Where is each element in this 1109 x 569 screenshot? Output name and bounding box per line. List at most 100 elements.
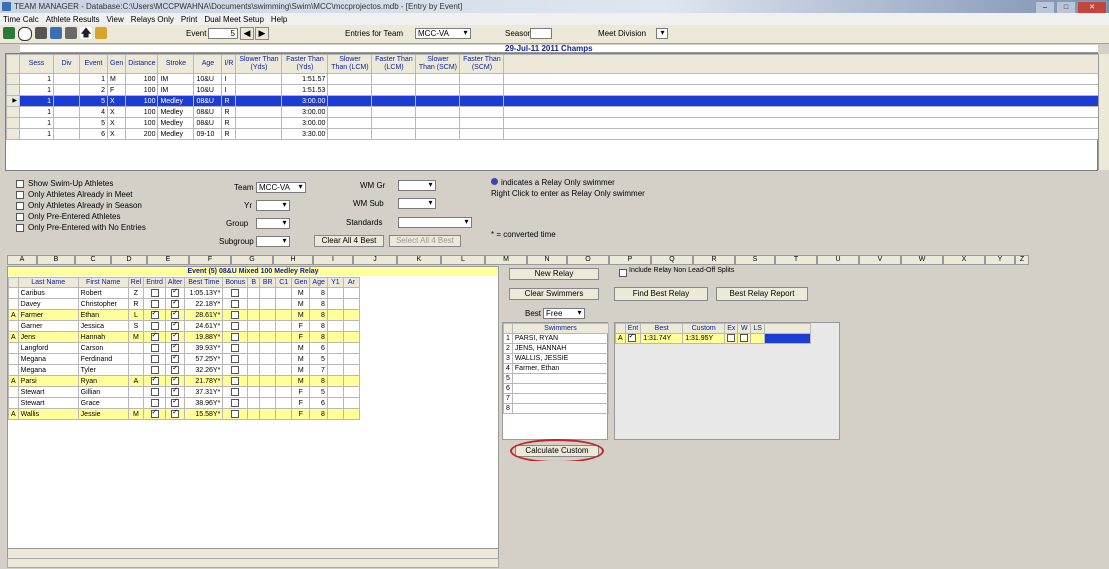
event-grid-header[interactable]: Slower Than (LCM) bbox=[327, 54, 373, 74]
row-selector[interactable] bbox=[6, 106, 20, 118]
bonus-checkbox[interactable] bbox=[231, 299, 240, 308]
athlete-row[interactable]: AParsiRyanA21.78Y*M8 bbox=[8, 375, 360, 387]
athlete-row[interactable]: StewartGrace 38.96Y* F6 bbox=[8, 397, 360, 409]
alter-checkbox[interactable] bbox=[171, 366, 180, 374]
alter-cell[interactable] bbox=[164, 375, 186, 387]
swimmer-icon[interactable] bbox=[35, 27, 47, 39]
alter-cell[interactable] bbox=[164, 287, 186, 299]
filter-checkbox[interactable] bbox=[16, 179, 24, 188]
entered-checkbox[interactable] bbox=[150, 398, 159, 407]
event-grid-header[interactable]: Stroke bbox=[157, 54, 195, 74]
alter-cell[interactable] bbox=[164, 320, 186, 332]
entered-cell[interactable] bbox=[143, 287, 166, 299]
filter-subgroup-select[interactable] bbox=[256, 236, 290, 247]
alter-checkbox[interactable] bbox=[171, 311, 180, 319]
alter-checkbox[interactable] bbox=[171, 388, 180, 396]
bonus-checkbox[interactable] bbox=[231, 343, 240, 352]
entered-checkbox[interactable] bbox=[150, 321, 159, 330]
filter-yr-select[interactable] bbox=[256, 200, 290, 211]
bonus-cell[interactable] bbox=[222, 353, 249, 365]
athlete-column-header[interactable]: B bbox=[247, 277, 261, 288]
filter-option[interactable]: Only Athletes Already in Meet bbox=[16, 190, 146, 201]
event-grid-header[interactable]: Faster Than (SCM) bbox=[459, 54, 505, 74]
bonus-checkbox[interactable] bbox=[231, 321, 240, 330]
event-grid-header[interactable]: Faster Than (LCM) bbox=[371, 54, 417, 74]
entered-checkbox[interactable] bbox=[150, 311, 159, 319]
swimmer-slot[interactable]: 6 bbox=[503, 383, 609, 394]
athlete-column-header[interactable]: Alter bbox=[164, 277, 186, 288]
entered-cell[interactable] bbox=[143, 408, 166, 420]
clear-swimmers-button[interactable]: Clear Swimmers bbox=[509, 288, 599, 300]
swimmer-slot[interactable]: 2 JENS, HANNAH bbox=[503, 343, 609, 354]
athlete-column-header[interactable]: BR bbox=[259, 277, 277, 288]
relay-icon[interactable] bbox=[50, 27, 62, 39]
menu-item-time-calc[interactable]: Time Calc bbox=[3, 15, 39, 24]
entered-checkbox[interactable] bbox=[150, 365, 159, 374]
alter-cell[interactable] bbox=[164, 408, 186, 420]
athlete-column-header[interactable]: Last Name bbox=[17, 277, 79, 288]
entered-checkbox[interactable] bbox=[150, 410, 159, 418]
swimmer-slot[interactable]: 3 WALLIS, JESSIE bbox=[503, 353, 609, 364]
bonus-cell[interactable] bbox=[222, 375, 249, 387]
athlete-row[interactable]: MeganaTyler 32.26Y* M7 bbox=[8, 364, 360, 376]
athlete-row[interactable]: GarnerJessicaS 24.61Y* F8 bbox=[8, 320, 360, 332]
result-selected-cell[interactable] bbox=[763, 333, 811, 344]
athlete-column-header[interactable]: Best Time bbox=[184, 277, 224, 288]
filter-option[interactable]: Only Pre-Entered Athletes bbox=[16, 212, 146, 223]
menu-item-dual-meet-setup[interactable]: Dual Meet Setup bbox=[204, 15, 264, 24]
clear-all-best-button[interactable]: Clear All 4 Best bbox=[314, 235, 384, 247]
bonus-cell[interactable] bbox=[222, 342, 249, 354]
alter-cell[interactable] bbox=[164, 309, 186, 321]
alter-checkbox[interactable] bbox=[171, 322, 180, 330]
swimmer-slot[interactable]: 1 PARSI, RYAN bbox=[503, 333, 609, 344]
athlete-column-header[interactable]: Bonus bbox=[222, 277, 249, 288]
entered-checkbox[interactable] bbox=[150, 288, 159, 297]
entered-checkbox[interactable] bbox=[150, 333, 159, 341]
filter-checkbox[interactable] bbox=[16, 212, 24, 221]
result-column-header[interactable] bbox=[615, 323, 626, 334]
row-selector[interactable] bbox=[6, 73, 20, 85]
athlete-row[interactable]: LangfordCarson 39.93Y* M6 bbox=[8, 342, 360, 354]
alter-checkbox[interactable] bbox=[171, 300, 180, 308]
bonus-checkbox[interactable] bbox=[231, 409, 240, 418]
entered-cell[interactable] bbox=[143, 309, 166, 321]
swimmer-slot[interactable]: 5 bbox=[503, 373, 609, 384]
print-icon[interactable] bbox=[65, 27, 77, 39]
entered-checkbox[interactable] bbox=[150, 343, 159, 352]
bottom-scrollbar[interactable] bbox=[7, 558, 499, 568]
alter-cell[interactable] bbox=[164, 386, 186, 398]
event-grid-header[interactable]: I/R bbox=[221, 54, 237, 74]
event-grid-header[interactable]: Distance bbox=[125, 54, 159, 74]
athlete-column-header[interactable]: Rel bbox=[127, 277, 145, 288]
row-selector[interactable]: ▶ bbox=[6, 95, 20, 107]
swimmer-slot[interactable]: 7 bbox=[503, 393, 609, 404]
filter-wm-gr-select[interactable] bbox=[398, 180, 436, 191]
athlete-column-header[interactable]: Gen bbox=[291, 277, 311, 288]
best-select[interactable]: Free bbox=[543, 308, 585, 319]
athlete-row[interactable]: AFarmerEthanL 28.61Y* M8 bbox=[8, 309, 360, 321]
event-row[interactable]: ▶ 1 5 X 100 Medley 08&U R 3:00.00 bbox=[6, 95, 1109, 107]
event-row[interactable]: 1 5 X 100 Medley 08&U R 3:00.00 bbox=[6, 117, 1109, 129]
athlete-column-header[interactable]: Entrd bbox=[143, 277, 166, 288]
athlete-row[interactable]: CaribusRobertZ 1:05.13Y* M8 bbox=[8, 287, 360, 299]
athlete-row[interactable]: StewartGillian 37.31Y* F5 bbox=[8, 386, 360, 398]
bonus-cell[interactable] bbox=[222, 331, 249, 343]
filter-team-select[interactable]: MCC-VA bbox=[256, 182, 306, 193]
event-grid-header[interactable]: Slower Than (SCM) bbox=[415, 54, 461, 74]
result-column-header[interactable]: W bbox=[737, 323, 752, 334]
filter-group-select[interactable] bbox=[256, 218, 290, 229]
bonus-checkbox[interactable] bbox=[231, 332, 240, 341]
swimmer-slot[interactable]: 8 bbox=[503, 403, 609, 414]
include-splits-checkbox[interactable] bbox=[619, 268, 627, 277]
entered-cell[interactable] bbox=[143, 364, 166, 376]
menu-item-help[interactable]: Help bbox=[271, 15, 287, 24]
bonus-checkbox[interactable] bbox=[231, 310, 240, 319]
entered-cell[interactable] bbox=[143, 320, 166, 332]
event-grid-header[interactable]: Age bbox=[193, 54, 223, 74]
athlete-row[interactable]: MeganaFerdinand 57.25Y* M5 bbox=[8, 353, 360, 365]
bonus-checkbox[interactable] bbox=[231, 387, 240, 396]
result-checkbox[interactable] bbox=[727, 334, 736, 343]
alter-checkbox[interactable] bbox=[171, 377, 180, 385]
bonus-checkbox[interactable] bbox=[231, 398, 240, 407]
bonus-checkbox[interactable] bbox=[231, 354, 240, 363]
